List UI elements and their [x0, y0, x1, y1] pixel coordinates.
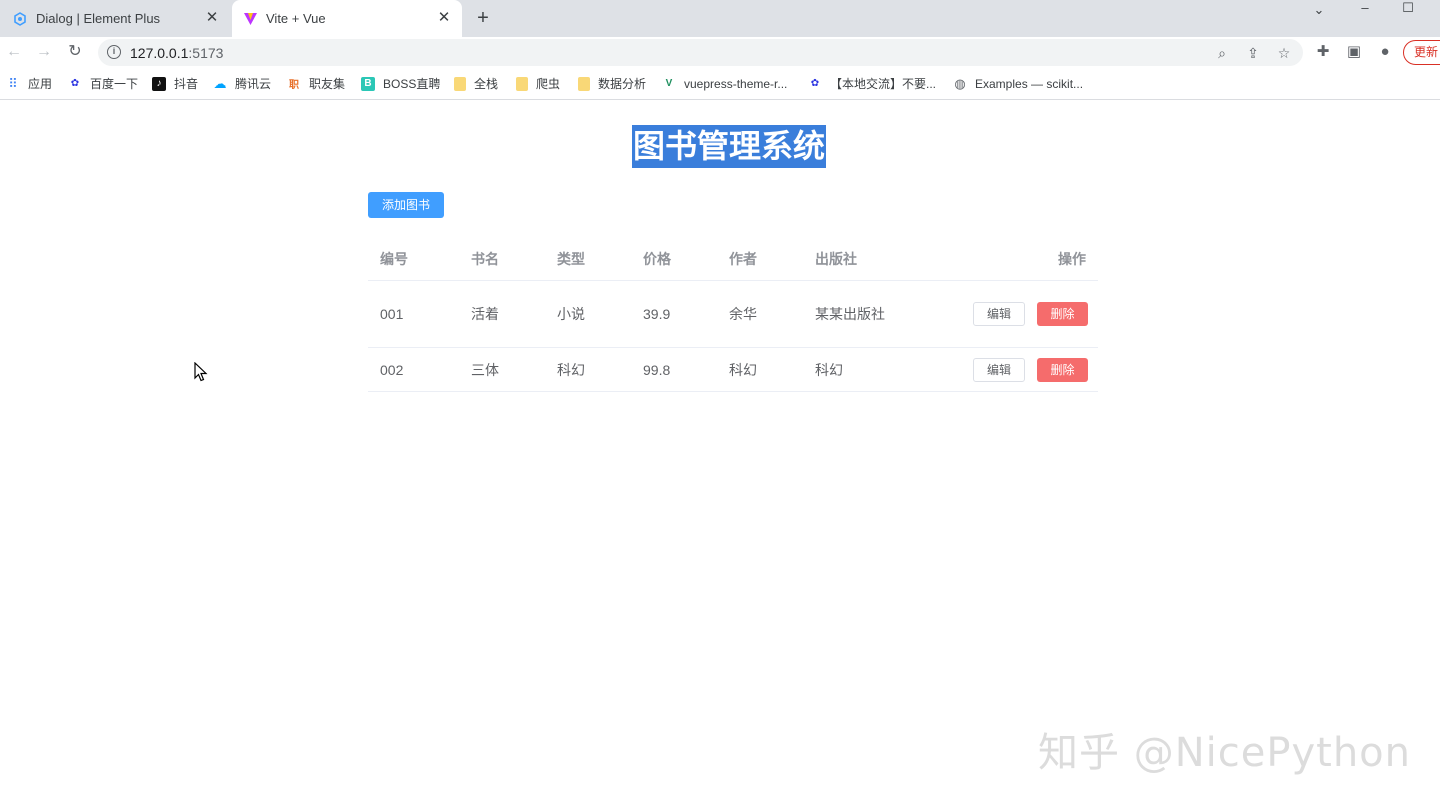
cell-price: 99.8: [643, 361, 671, 378]
table-header: 编号 书名 类型 价格 作者 出版社 操作: [368, 237, 1098, 281]
bookmark-folder-fullstack[interactable]: 全栈: [454, 75, 498, 92]
delete-button[interactable]: 删除: [1037, 302, 1088, 326]
baidu-paw-icon: ✿: [810, 78, 820, 89]
folder-icon: [516, 76, 528, 91]
zoom-icon[interactable]: ⌕: [1214, 45, 1230, 61]
header-id: 编号: [380, 250, 408, 267]
tab-strip: Dialog | Element Plus ✕ Vite + Vue ✕ + ⌄…: [0, 0, 1440, 37]
bookmark-local-exchange[interactable]: ✿ 【本地交流】不要...: [808, 75, 936, 92]
cell-publisher: 科幻: [815, 361, 843, 378]
page-title: 图书管理系统: [632, 125, 827, 168]
cell-name: 三体: [471, 361, 499, 378]
close-icon[interactable]: ✕: [204, 10, 220, 26]
url-text[interactable]: 127.0.0.1:5173: [130, 45, 223, 61]
douyin-icon: ♪: [152, 76, 166, 91]
folder-icon: [578, 76, 590, 91]
zhiyouji-icon: 职: [289, 80, 299, 91]
add-book-button[interactable]: 添加图书: [368, 192, 444, 218]
cloud-icon: ☁: [213, 75, 227, 91]
chevron-down-icon[interactable]: ⌄: [1309, 2, 1329, 18]
back-arrow-icon[interactable]: ←: [3, 41, 25, 63]
watermark: 知乎 @NicePython: [1038, 730, 1412, 776]
address-bar[interactable]: i 127.0.0.1:5173 ⌕ ⇪ ☆: [98, 39, 1303, 66]
extensions-icon[interactable]: ✚: [1314, 43, 1332, 61]
delete-button[interactable]: 删除: [1037, 357, 1088, 382]
new-tab-button[interactable]: +: [472, 7, 494, 29]
close-icon[interactable]: ✕: [436, 10, 452, 26]
profile-avatar-icon[interactable]: ●: [1376, 43, 1394, 61]
bookmark-zhiyouji[interactable]: 职职友集: [287, 75, 345, 92]
bookmark-boss[interactable]: B BOSS直聘: [361, 75, 440, 92]
bookmark-tencent-cloud[interactable]: ☁ 腾讯云: [213, 75, 272, 92]
folder-icon: [454, 76, 466, 91]
bookmark-folder-data-analysis[interactable]: 数据分析: [578, 75, 646, 92]
boss-icon: B: [361, 76, 375, 91]
cell-id: 001: [380, 306, 404, 322]
cell-publisher: 某某出版社: [815, 306, 885, 322]
vite-icon: [242, 11, 258, 27]
header-publisher: 出版社: [815, 250, 857, 267]
header-price: 价格: [643, 250, 671, 267]
globe-icon: ◍: [954, 75, 966, 91]
cell-name: 活着: [471, 306, 499, 322]
bookmark-douyin[interactable]: ♪ 抖音: [152, 75, 198, 92]
cell-price: 39.9: [643, 306, 671, 322]
reload-icon[interactable]: ↻: [64, 41, 86, 63]
cell-type: 科幻: [557, 361, 585, 378]
bookmarks-bar: ⠿ 应用 ✿ 百度一下 ♪ 抖音 ☁ 腾讯云 职职友集 B BOSS直聘 全栈 爬虫 数据…: [0, 67, 1440, 100]
baidu-paw-icon: ✿: [70, 78, 80, 89]
tab-title: Dialog | Element Plus: [36, 11, 161, 26]
tab-vite-vue[interactable]: Vite + Vue ✕: [232, 0, 462, 37]
table-row: 001 活着 小说 39.9 余华 某某出版社 编辑 删除: [368, 281, 1098, 348]
bookmark-baidu[interactable]: ✿ 百度一下: [68, 75, 138, 92]
header-author: 作者: [729, 250, 757, 267]
cell-type: 小说: [557, 306, 585, 322]
minimize-icon[interactable]: –: [1355, 0, 1375, 16]
header-name: 书名: [471, 250, 499, 267]
cell-author: 余华: [729, 306, 757, 322]
edit-button[interactable]: 编辑: [973, 302, 1025, 326]
mouse-cursor-icon: [194, 361, 208, 382]
bookmark-vuepress[interactable]: Vvuepress-theme-r...: [662, 75, 788, 92]
tab-title: Vite + Vue: [266, 11, 326, 26]
browser-toolbar: ← → ↻ i 127.0.0.1:5173 ⌕ ⇪ ☆ ✚ ▣ ● 更新: [0, 37, 1440, 67]
books-table: 编号 书名 类型 价格 作者 出版社 操作 001 活着 小说 39.9 余华 …: [368, 237, 1098, 392]
header-type: 类型: [557, 250, 585, 267]
bookmark-apps[interactable]: ⠿ 应用: [6, 75, 52, 92]
update-button[interactable]: 更新: [1403, 40, 1440, 65]
bookmark-folder-crawler[interactable]: 爬虫: [516, 75, 560, 92]
cell-author: 科幻: [729, 361, 757, 378]
tab-dialog-element-plus[interactable]: Dialog | Element Plus ✕: [0, 0, 230, 37]
forward-arrow-icon[interactable]: →: [33, 41, 55, 63]
apps-grid-icon: ⠿: [8, 75, 18, 91]
bookmark-scikit[interactable]: ◍ Examples — scikit...: [953, 75, 1083, 92]
bookmark-star-icon[interactable]: ☆: [1276, 45, 1292, 61]
maximize-icon[interactable]: ☐: [1398, 0, 1418, 16]
cell-id: 002: [380, 361, 404, 378]
edit-button[interactable]: 编辑: [973, 357, 1025, 382]
side-panel-icon[interactable]: ▣: [1345, 43, 1363, 61]
site-info-icon[interactable]: i: [107, 45, 121, 59]
share-icon[interactable]: ⇪: [1245, 45, 1261, 61]
element-plus-icon: [12, 11, 28, 27]
header-actions: 操作: [1058, 250, 1086, 267]
table-row: 002 三体 科幻 99.8 科幻 科幻 编辑 删除: [368, 348, 1098, 392]
vuepress-icon: V: [665, 78, 673, 89]
